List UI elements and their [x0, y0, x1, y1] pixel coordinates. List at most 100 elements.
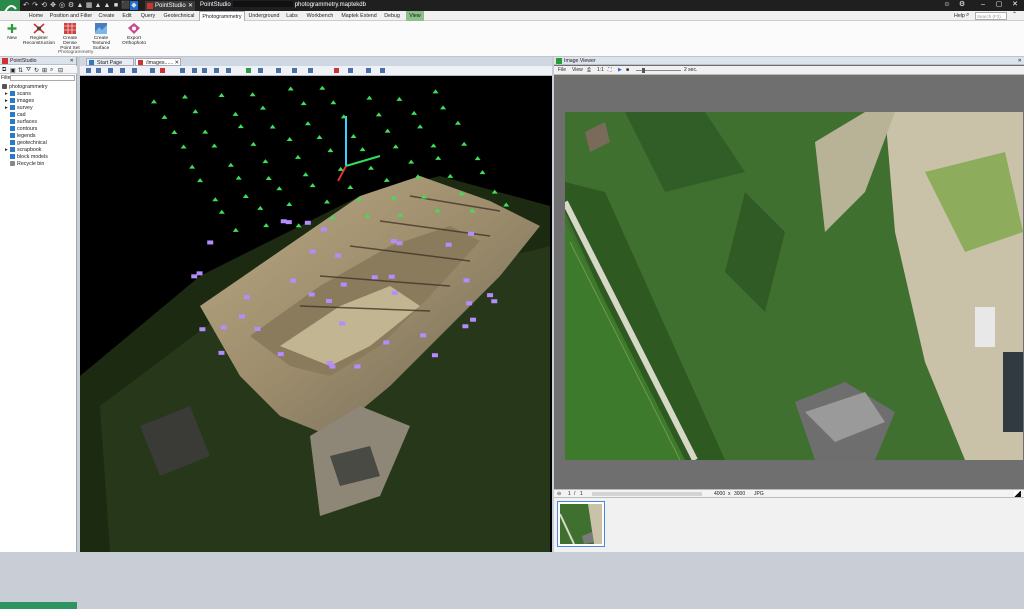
new-button[interactable]: New [2, 22, 22, 50]
menu-maptek-extend[interactable]: Maptek Extend [339, 11, 379, 21]
target-icon[interactable]: ◎ [58, 1, 66, 10]
options-icon[interactable]: ⚙ [955, 0, 969, 10]
photo-marker[interactable] [285, 220, 292, 225]
tree-item-surfaces[interactable]: surfaces [10, 119, 37, 126]
menu-underground[interactable]: Underground [247, 11, 281, 21]
photo-marker[interactable] [396, 241, 403, 246]
tree-item-recycle-bin[interactable]: Recycle bin [10, 161, 44, 168]
view-toolbar-icons[interactable] [80, 66, 552, 76]
tree-item-scans[interactable]: ▸ scans [5, 91, 31, 98]
photo-marker[interactable] [320, 227, 327, 232]
close-viewer-icon[interactable]: ✕ [1018, 57, 1022, 65]
photo-marker[interactable] [199, 327, 206, 332]
vscode-icon[interactable]: ◆ [130, 1, 138, 10]
aerial-photo[interactable] [565, 112, 1023, 460]
menu-workbench[interactable]: Workbench [304, 11, 336, 21]
user-icon[interactable]: ☺ [940, 0, 954, 10]
photo-marker[interactable] [326, 361, 333, 366]
photo-marker[interactable] [491, 299, 498, 304]
photo-marker[interactable] [277, 352, 284, 357]
photo-marker[interactable] [462, 324, 469, 329]
sort-icon[interactable]: ⇅ [18, 67, 23, 74]
photo-marker[interactable] [335, 253, 342, 258]
refresh-icon[interactable]: ↻ [34, 67, 39, 74]
tree-item-images[interactable]: ▸ images [5, 98, 34, 105]
photo-marker[interactable] [309, 249, 316, 254]
photo-marker[interactable] [290, 278, 297, 283]
photo-marker[interactable] [371, 275, 378, 280]
menu-debug[interactable]: Debug [382, 11, 402, 21]
create-textured-surface-button[interactable]: Create Textured Surface [86, 22, 116, 51]
tool5-icon[interactable]: ⬛ [121, 1, 130, 10]
menu-geotechnical[interactable]: Geotechnical [161, 11, 197, 21]
photo-marker[interactable] [445, 242, 452, 247]
tab-pointstudio[interactable]: PointStudio ✕ [145, 1, 195, 11]
tree-item-survey[interactable]: ▸ survey [5, 105, 33, 112]
photo-marker[interactable] [487, 293, 494, 298]
photo-marker[interactable] [238, 314, 245, 319]
expand-arrow-icon[interactable]: ▸ [5, 105, 8, 111]
tree-item-photogrammetry[interactable]: photogrammetry [2, 84, 48, 91]
filter-input[interactable] [10, 75, 75, 81]
photo-marker[interactable] [388, 274, 395, 279]
photo-marker[interactable] [390, 239, 397, 244]
photo-marker[interactable] [391, 290, 398, 295]
tool3-icon[interactable]: ▲ [103, 1, 111, 10]
point-cloud-scene[interactable] [80, 76, 552, 552]
thumbnail[interactable] [557, 501, 605, 547]
search-icon[interactable]: ⌕ [50, 67, 53, 74]
menu-create[interactable]: Create [96, 11, 117, 21]
menu-view[interactable]: View [406, 11, 424, 21]
menu-labs[interactable]: Labs [284, 11, 300, 21]
menu-position-filter[interactable]: Position and Filter [48, 11, 94, 21]
copy-icon[interactable]: ⧉ [2, 67, 6, 74]
photo-marker[interactable] [207, 240, 214, 245]
photo-marker[interactable] [304, 220, 311, 225]
view-menu[interactable]: View [572, 66, 583, 75]
help-menu[interactable]: Help [954, 11, 965, 21]
photo-marker[interactable] [383, 340, 390, 345]
expand-arrow-icon[interactable]: ▸ [5, 98, 8, 104]
tab-images-view[interactable]: /images...... ✕ [135, 58, 181, 66]
tree-item-contours[interactable]: contours [10, 126, 37, 133]
file-menu[interactable]: File [558, 66, 566, 75]
photo-marker[interactable] [191, 274, 198, 279]
tree-item-scrapbook[interactable]: ▸ scrapbook [5, 147, 41, 154]
menu-home[interactable]: Home [26, 11, 46, 21]
menu-edit[interactable]: Edit [119, 11, 135, 21]
menu-query[interactable]: Query [138, 11, 158, 21]
export-orthophoto-button[interactable]: Export Orthophoto [118, 22, 150, 50]
tab-start-page[interactable]: Start Page [86, 58, 134, 66]
close-tab-icon[interactable]: ✕ [188, 1, 193, 11]
close-button[interactable]: ✕ [1008, 0, 1022, 10]
expand-arrow-icon[interactable]: ▸ [5, 91, 8, 97]
photo-marker[interactable] [244, 295, 251, 300]
print-icon[interactable]: ⎙ [587, 66, 591, 75]
photo-marker[interactable] [420, 333, 427, 338]
collapse-icon[interactable]: ⊟ [58, 67, 63, 74]
close-panel-icon[interactable]: ✕ [70, 57, 74, 65]
photo-marker[interactable] [196, 271, 203, 276]
tool2-icon[interactable]: ▲ [94, 1, 102, 10]
tree-item-block-models[interactable]: block models [10, 154, 48, 161]
filter-icon[interactable]: ⛛ [26, 67, 31, 74]
photo-marker[interactable] [468, 231, 475, 236]
contrast-icon[interactable] [1014, 491, 1021, 497]
photo-marker[interactable] [466, 301, 473, 306]
photo-marker[interactable] [308, 292, 315, 297]
photo-marker[interactable] [220, 325, 227, 330]
photo-marker[interactable] [463, 278, 470, 283]
select-icon[interactable]: ▣ [10, 67, 16, 74]
photo-marker[interactable] [340, 282, 347, 287]
tool4-icon[interactable]: ■ [112, 1, 120, 10]
photo-marker[interactable] [339, 321, 346, 326]
register-reconstruction-button[interactable]: Register Reconstruction [22, 22, 56, 50]
photo-marker[interactable] [254, 326, 261, 331]
photo-marker[interactable] [431, 353, 438, 358]
photo-marker[interactable] [354, 364, 361, 369]
expand-arrow-icon[interactable]: ▸ [5, 147, 8, 153]
tree-item-legends[interactable]: legends [10, 133, 36, 140]
table-icon[interactable]: ▦ [85, 1, 93, 10]
undo-icon[interactable]: ↶ [22, 1, 30, 10]
photo-marker[interactable] [218, 350, 225, 355]
